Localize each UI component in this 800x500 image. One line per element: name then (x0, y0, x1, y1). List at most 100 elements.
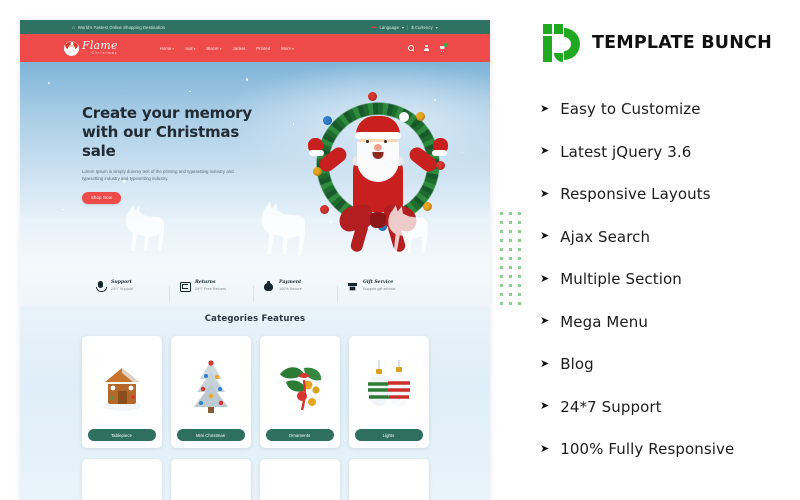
service-item-support: Support 24*7 Support (87, 279, 171, 293)
cart-count-badge (444, 43, 448, 47)
category-label[interactable]: Ornaments (265, 429, 334, 441)
logo-subtitle: Christmas (91, 50, 118, 55)
chevron-down-icon: ▾ (219, 46, 222, 51)
nav-item-jacket[interactable]: Jacket (233, 46, 246, 51)
language-caret-icon[interactable]: ▾ (402, 25, 404, 30)
service-item-returns: Returns 24*7 Free Returns (169, 279, 255, 303)
language-selector[interactable]: Language (379, 25, 398, 30)
service-subtitle: 100% Secure (279, 287, 302, 292)
service-features-row: Support 24*7 Support Returns 24*7 Free R… (20, 266, 490, 306)
category-card-grid-row2 (20, 459, 490, 500)
service-item-payment: Payment 100% Secure (253, 279, 339, 303)
category-card[interactable]: Ornaments (259, 336, 340, 448)
site-topbar: ⌂ World's Fastest Online Shopping Destin… (20, 20, 490, 34)
dot-grid-decoration (500, 212, 527, 311)
service-title: Returns (195, 279, 216, 285)
website-preview: ⌂ World's Fastest Online Shopping Destin… (20, 20, 490, 500)
logo-name: Flame (82, 39, 118, 53)
category-card[interactable] (170, 459, 251, 500)
feature-label: 100% Fully Responsive (560, 440, 735, 459)
arrow-bullet-icon: ➤ (540, 102, 550, 115)
feature-item: ➤ Latest jQuery 3.6 (540, 131, 800, 174)
shopping-cart-icon[interactable] (439, 43, 448, 52)
feature-item: ➤ 24*7 Support (540, 386, 800, 429)
nav-item-printed[interactable]: Printed (256, 46, 270, 51)
topbar-tagline: World's Fastest Online Shopping Destinat… (77, 24, 166, 30)
hero-paragraph: Lorem Ipsum is simply dummy text of the … (82, 168, 234, 182)
feature-item: ➤ Ajax Search (540, 216, 800, 259)
service-title: Payment (279, 279, 302, 285)
return-arrows-icon (179, 281, 191, 292)
category-card-grid: Tablepiece Mini Christmas Ornaments Ligh… (20, 336, 490, 448)
search-icon[interactable] (407, 45, 414, 52)
santa-character (308, 112, 448, 216)
microphone-icon (95, 280, 107, 293)
feature-item: ➤ 100% Fully Responsive (540, 428, 800, 471)
chevron-down-icon: ▾ (292, 46, 294, 51)
user-account-icon[interactable] (423, 44, 430, 52)
nav-item-suit[interactable]: Suit▾ (185, 46, 195, 51)
service-subtitle: 24*7 Support (111, 287, 134, 292)
service-title: Support (111, 279, 132, 285)
gingerbread-house-image (88, 345, 156, 429)
service-subtitle: 24*7 Free Returns (195, 287, 227, 292)
feature-label: Ajax Search (560, 227, 651, 246)
hero-copy: Create your memory with our Christmas sa… (82, 104, 267, 205)
home-icon: ⌂ (72, 24, 75, 30)
topbar-controls: ▬ Language ▾ | $ Currency ▾ (371, 23, 438, 30)
category-card[interactable]: Mini Christmas (170, 336, 251, 448)
reindeer-silhouette (378, 204, 434, 254)
nav-item-home[interactable]: Home▾ (160, 46, 174, 51)
arrow-bullet-icon: ➤ (540, 400, 550, 413)
category-card[interactable]: Lights (348, 336, 429, 448)
site-logo[interactable]: Flame Christmas (64, 40, 118, 56)
currency-caret-icon[interactable]: ▾ (436, 25, 438, 30)
logo-text-group: Flame Christmas (82, 40, 118, 55)
service-title: Gift Service (363, 279, 394, 285)
nav-item-blazer[interactable]: Blazer▾ (206, 46, 221, 51)
arrow-bullet-icon: ➤ (540, 145, 550, 158)
site-mockup: ⌂ World's Fastest Online Shopping Destin… (20, 20, 490, 500)
feature-label: Multiple Section (560, 270, 682, 289)
category-card[interactable]: Tablepiece (81, 336, 162, 448)
category-label[interactable]: Mini Christmas (176, 429, 245, 441)
money-bag-icon (263, 280, 274, 292)
feature-label: Mega Menu (560, 312, 648, 331)
feature-item: ➤ Multiple Section (540, 258, 800, 301)
service-item-gift: Gift Service Support gift service (337, 279, 423, 303)
promo-banner: ⌂ World's Fastest Online Shopping Destin… (0, 0, 800, 500)
feature-label: 24*7 Support (560, 397, 662, 416)
template-bunch-logo-icon (540, 22, 582, 64)
gift-box-icon (347, 281, 358, 292)
nav-item-more[interactable]: More▾ (281, 46, 294, 51)
arrow-bullet-icon: ➤ (540, 442, 550, 455)
feature-item: ➤ Blog (540, 343, 800, 386)
language-flag-icon: ▬ (371, 23, 377, 30)
category-label[interactable]: Tablepiece (87, 429, 156, 441)
feature-label: Responsive Layouts (560, 185, 711, 204)
christmas-tree-image (177, 345, 245, 429)
santa-face-icon (64, 40, 79, 56)
site-header: Flame Christmas Home▾ Suit▾ Blazer▾ Jack… (20, 34, 490, 62)
holly-bells-image (266, 345, 334, 429)
category-label[interactable]: Lights (354, 429, 423, 441)
hero-banner: Create your memory with our Christmas sa… (20, 62, 490, 266)
arrow-bullet-icon: ➤ (540, 272, 550, 285)
currency-selector[interactable]: $ Currency (411, 25, 432, 30)
service-subtitle: Support gift service (363, 287, 396, 292)
reindeer-silhouette (116, 204, 170, 252)
main-navigation: Home▾ Suit▾ Blazer▾ Jacket Printed More▾ (160, 46, 294, 51)
category-card[interactable] (259, 459, 340, 500)
shop-now-button[interactable]: Shop Now (82, 191, 121, 205)
feature-item: ➤ Easy to Customize (540, 88, 800, 131)
category-card[interactable] (81, 459, 162, 500)
brand-name: TEMPLATE BUNCH (592, 33, 772, 53)
arrow-bullet-icon: ➤ (540, 357, 550, 370)
arrow-bullet-icon: ➤ (540, 315, 550, 328)
feature-label: Latest jQuery 3.6 (560, 142, 692, 161)
feature-label: Blog (560, 355, 594, 374)
hero-heading: Create your memory with our Christmas sa… (82, 104, 252, 160)
category-card[interactable] (348, 459, 429, 500)
arrow-bullet-icon: ➤ (540, 230, 550, 243)
arrow-bullet-icon: ➤ (540, 187, 550, 200)
